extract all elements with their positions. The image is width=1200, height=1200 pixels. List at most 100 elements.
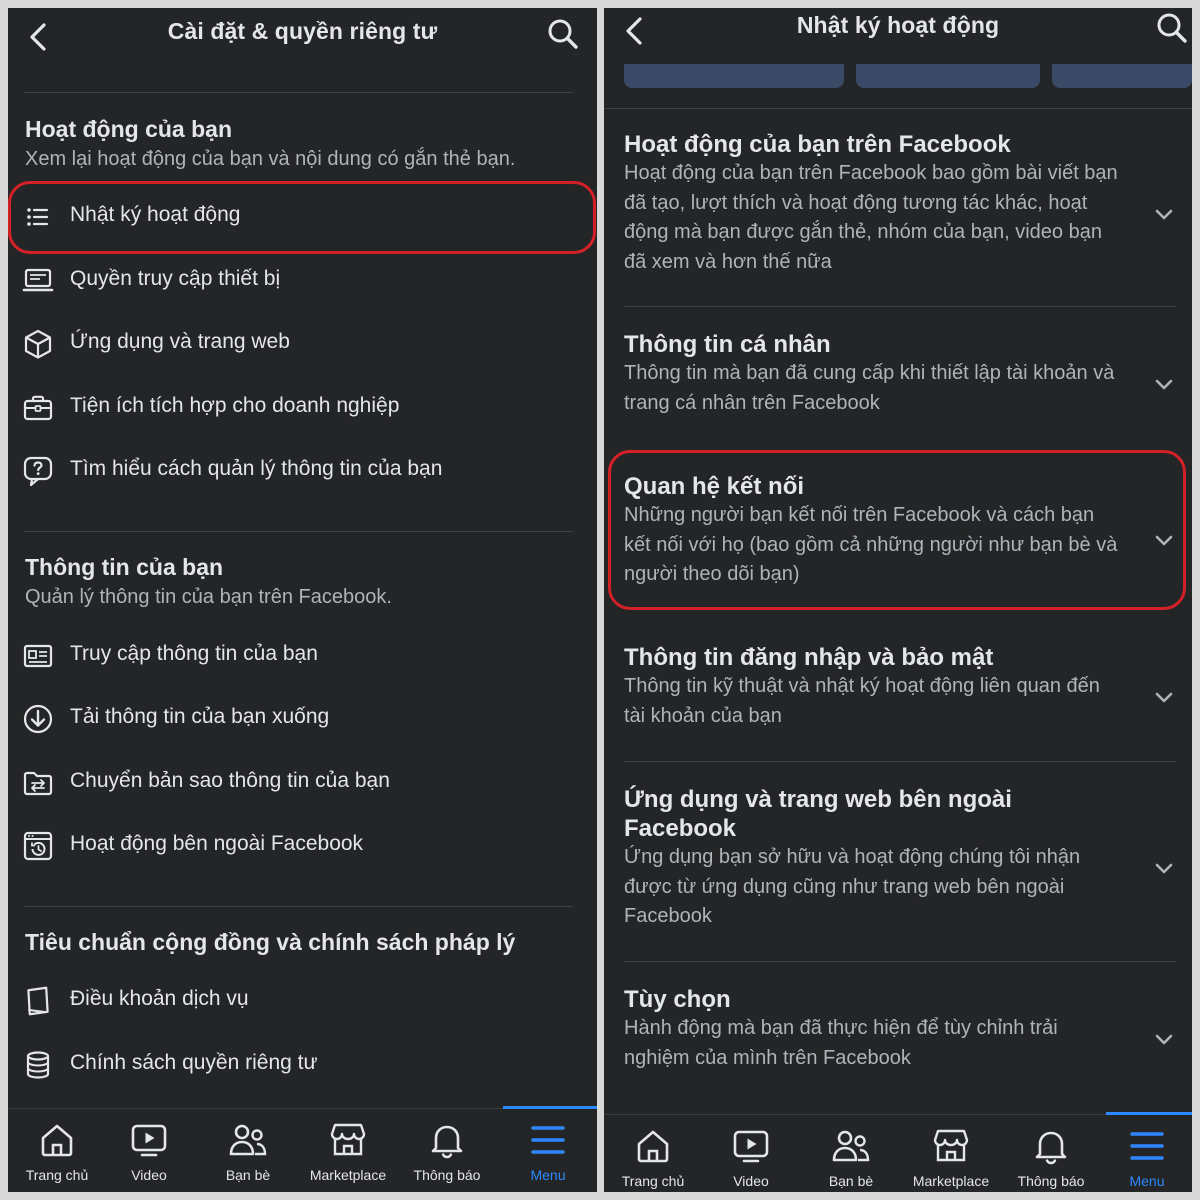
top-bar: Nhật ký hoạt động (604, 8, 1192, 68)
divider (24, 531, 573, 532)
category-title: Tùy chọn (624, 986, 731, 1013)
section-title-your-activity: Hoạt động của bạn (25, 116, 232, 142)
tab-label: Thông báo (1017, 1173, 1085, 1189)
page-title: Cài đặt & quyền riêng tư (167, 18, 438, 44)
settings-privacy-screen: Cài đặt & quyền riêng tư Hoạt động của b… (8, 8, 597, 1192)
menu-item-label: Tải thông tin của bạn xuống (70, 705, 330, 728)
divider (624, 761, 1176, 762)
search-icon[interactable] (1156, 12, 1188, 44)
tab-notifications[interactable]: Thông báo (1002, 1115, 1100, 1192)
home-icon (41, 1124, 73, 1157)
category-desc: Thông tin mà bạn đã cung cấp khi thiết l… (624, 362, 1115, 414)
tab-label: Bạn bè (225, 1167, 271, 1183)
menu-item-label: Ứng dụng và trang web (70, 330, 290, 353)
chevron-down-icon[interactable] (1154, 208, 1174, 222)
category-personal-info[interactable]: Thông tin cá nhân Thông tin mà bạn đã cu… (604, 330, 1192, 440)
section-title-community-standards: Tiêu chuẩn cộng đồng và chính sách pháp … (25, 929, 516, 955)
tab-home[interactable]: Trang chủ (8, 1109, 106, 1189)
tab-label: Trang chủ (621, 1173, 685, 1189)
search-icon[interactable] (547, 18, 579, 50)
active-tab-indicator (1106, 1112, 1192, 1115)
menu-item-label: Quyền truy cập thiết bị (70, 267, 281, 290)
device-icon (22, 268, 54, 292)
tab-friends[interactable]: Bạn bè (802, 1115, 900, 1192)
menu-item-device-access[interactable]: Quyền truy cập thiết bị (8, 251, 597, 311)
category-title: Thông tin đăng nhập và bảo mật (624, 644, 994, 671)
book-icon (27, 986, 49, 1016)
category-desc: Thông tin kỹ thuật và nhật ký hoạt động … (624, 675, 1100, 727)
tab-video[interactable]: Video (702, 1115, 800, 1192)
chevron-down-icon[interactable] (1154, 862, 1174, 876)
category-desc: Hoạt động của bạn trên Facebook bao gồm … (624, 162, 1118, 273)
category-title: Ứng dụng và trang web bên ngoài Facebook (624, 786, 1012, 842)
menu-item-label: Tiện ích tích hợp cho doanh nghiệp (70, 394, 400, 417)
chevron-down-icon[interactable] (1154, 1033, 1174, 1047)
tab-label: Bạn bè (828, 1173, 874, 1189)
menu-item-business-integrations[interactable]: Tiện ích tích hợp cho doanh nghiệp (8, 378, 597, 438)
tab-marketplace[interactable]: Marketplace (299, 1109, 397, 1189)
menu-item-off-facebook-activity[interactable]: Hoạt động bên ngoài Facebook (8, 816, 597, 876)
menu-item-apps-websites[interactable]: Ứng dụng và trang web (8, 314, 597, 374)
bell-icon (431, 1125, 463, 1159)
tab-label: Marketplace (309, 1167, 387, 1183)
video-icon (733, 1130, 769, 1163)
top-bar: Cài đặt & quyền riêng tư (8, 8, 597, 68)
category-your-activity[interactable]: Hoạt động của bạn trên Facebook Hoạt độn… (604, 130, 1192, 300)
tab-friends[interactable]: Bạn bè (199, 1109, 297, 1189)
video-icon (131, 1124, 167, 1157)
menu-item-access-info[interactable]: Truy cập thông tin của bạn (8, 626, 597, 686)
chevron-down-icon[interactable] (1154, 378, 1174, 392)
friends-icon (229, 1124, 267, 1156)
download-icon (23, 704, 53, 734)
menu-icon (1130, 1132, 1164, 1160)
menu-item-label: Chính sách quyền riêng tư (70, 1051, 318, 1074)
tab-menu[interactable]: Menu (1102, 1112, 1192, 1192)
category-preferences[interactable]: Tùy chọn Hành động mà bạn đã thực hiện đ… (604, 985, 1192, 1095)
divider (604, 108, 1192, 109)
divider (24, 906, 573, 907)
tab-home[interactable]: Trang chủ (604, 1115, 702, 1192)
menu-item-download-info[interactable]: Tải thông tin của bạn xuống (8, 689, 597, 749)
category-desc: Hành động mà bạn đã thực hiện để tùy chỉ… (624, 1017, 1058, 1069)
menu-item-transfer-copy[interactable]: Chuyển bản sao thông tin của bạn (8, 753, 597, 813)
category-title: Hoạt động của bạn trên Facebook (624, 131, 1011, 158)
menu-item-label: Điều khoản dịch vụ (70, 987, 249, 1010)
page-title: Nhật ký hoạt động (796, 12, 1000, 38)
activity-log-screen: Nhật ký hoạt động Hoạt động của bạn trên… (604, 8, 1192, 1192)
menu-item-label: Hoạt động bên ngoài Facebook (70, 832, 364, 855)
database-icon (26, 1051, 50, 1079)
bottom-nav: Trang chủ Video Bạn bè Marketplace Thông… (8, 1106, 597, 1192)
divider (624, 961, 1176, 962)
bottom-nav: Trang chủ Video Bạn bè Marketplace Thông… (604, 1112, 1192, 1192)
tab-label: Trang chủ (25, 1167, 89, 1183)
category-title: Thông tin cá nhân (624, 331, 831, 358)
section-desc-your-info: Quản lý thông tin của bạn trên Facebook. (25, 586, 392, 608)
category-off-facebook-apps[interactable]: Ứng dụng và trang web bên ngoài Facebook… (604, 785, 1192, 955)
menu-item-manage-info-help[interactable]: Tìm hiểu cách quản lý thông tin của bạn (8, 441, 597, 501)
menu-item-label: Truy cập thông tin của bạn (70, 642, 318, 665)
tab-label: Menu (1129, 1173, 1165, 1189)
briefcase-icon (23, 395, 53, 421)
tab-marketplace[interactable]: Marketplace (902, 1115, 1000, 1192)
tab-label: Video (131, 1167, 167, 1183)
tab-notifications[interactable]: Thông báo (398, 1109, 496, 1189)
tab-label: Menu (530, 1167, 566, 1183)
tab-label: Video (733, 1173, 769, 1189)
divider (624, 306, 1176, 307)
menu-icon (531, 1126, 565, 1154)
bell-icon (1035, 1131, 1067, 1165)
tab-menu[interactable]: Menu (499, 1106, 597, 1189)
section-title-your-info: Thông tin của bạn (25, 554, 224, 580)
menu-item-terms-of-service[interactable]: Điều khoản dịch vụ (8, 971, 597, 1031)
menu-item-label: Tìm hiểu cách quản lý thông tin của bạn (70, 457, 443, 480)
help-bubble-icon (23, 456, 53, 487)
highlight-box (8, 181, 596, 254)
section-desc-your-activity: Xem lại hoạt động của bạn và nội dung có… (25, 148, 516, 170)
tab-label: Marketplace (912, 1173, 990, 1189)
menu-item-privacy-policy[interactable]: Chính sách quyền riêng tư (8, 1035, 597, 1095)
transfer-folder-icon (23, 771, 53, 796)
category-login-security[interactable]: Thông tin đăng nhập và bảo mật Thông tin… (604, 643, 1192, 753)
chevron-down-icon[interactable] (1154, 691, 1174, 705)
tab-video[interactable]: Video (100, 1109, 198, 1189)
cube-icon (24, 329, 52, 359)
